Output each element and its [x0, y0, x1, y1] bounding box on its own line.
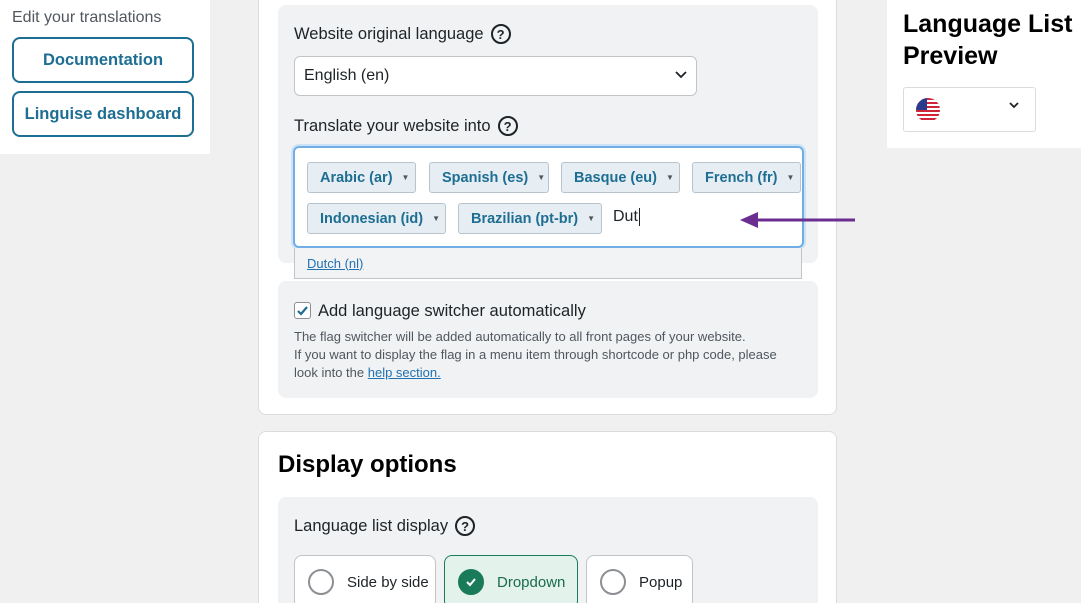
language-list-display-label: Language list display ?: [294, 516, 476, 536]
text-cursor: [638, 208, 640, 226]
language-search-input[interactable]: Dut: [613, 208, 640, 226]
caret-down-icon: ▼: [432, 214, 441, 223]
auto-switcher-checkbox[interactable]: [294, 302, 311, 319]
documentation-button[interactable]: Documentation: [12, 37, 194, 83]
radio-icon: [600, 569, 626, 595]
us-flag-icon: [916, 98, 940, 122]
help-icon[interactable]: ?: [497, 116, 518, 136]
language-list-preview-panel: Language List Preview: [887, 0, 1081, 148]
language-suggestion-item[interactable]: Dutch (nl): [294, 248, 802, 279]
auto-switcher-description: The flag switcher will be added automati…: [294, 329, 777, 380]
display-options-title: Display options: [278, 451, 457, 478]
option-dropdown[interactable]: Dropdown: [444, 555, 578, 603]
language-tag[interactable]: Basque (eu) ▼: [561, 162, 680, 193]
option-side-by-side[interactable]: Side by side: [294, 555, 436, 603]
preview-language-dropdown[interactable]: [903, 87, 1036, 132]
original-language-select[interactable]: English (en): [294, 56, 697, 96]
caret-down-icon: ▼: [401, 173, 410, 182]
caret-down-icon: ▼: [587, 214, 596, 223]
language-tag[interactable]: Spanish (es) ▼: [429, 162, 549, 193]
sidebar-title: Edit your translations: [12, 9, 162, 26]
language-tag[interactable]: Brazilian (pt-br) ▼: [458, 203, 602, 234]
chevron-down-icon: [1008, 98, 1020, 114]
language-tag[interactable]: Arabic (ar) ▼: [307, 162, 416, 193]
caret-down-icon: ▼: [786, 173, 795, 182]
language-tag[interactable]: French (fr) ▼: [692, 162, 801, 193]
caret-down-icon: ▼: [666, 173, 674, 182]
radio-icon: [308, 569, 334, 595]
original-language-value: English (en): [304, 67, 390, 84]
caret-down-icon: ▼: [537, 173, 546, 182]
help-icon[interactable]: ?: [490, 24, 511, 44]
linguise-dashboard-button[interactable]: Linguise dashboard: [12, 91, 194, 137]
help-icon[interactable]: ?: [455, 516, 476, 536]
language-tag[interactable]: Indonesian (id) ▼: [307, 203, 446, 234]
radio-checked-icon: [458, 569, 484, 595]
translate-into-label: Translate your website into ?: [294, 116, 518, 136]
chevron-down-icon: [675, 71, 687, 79]
checkmark-icon: [297, 306, 308, 316]
option-popup[interactable]: Popup: [586, 555, 693, 603]
auto-switcher-label: Add language switcher automatically: [318, 302, 586, 320]
preview-title: Language List Preview: [903, 10, 1073, 70]
annotation-arrow-icon: [740, 212, 855, 228]
help-section-link[interactable]: help section.: [368, 365, 441, 380]
original-language-label: Website original language ?: [294, 24, 511, 44]
